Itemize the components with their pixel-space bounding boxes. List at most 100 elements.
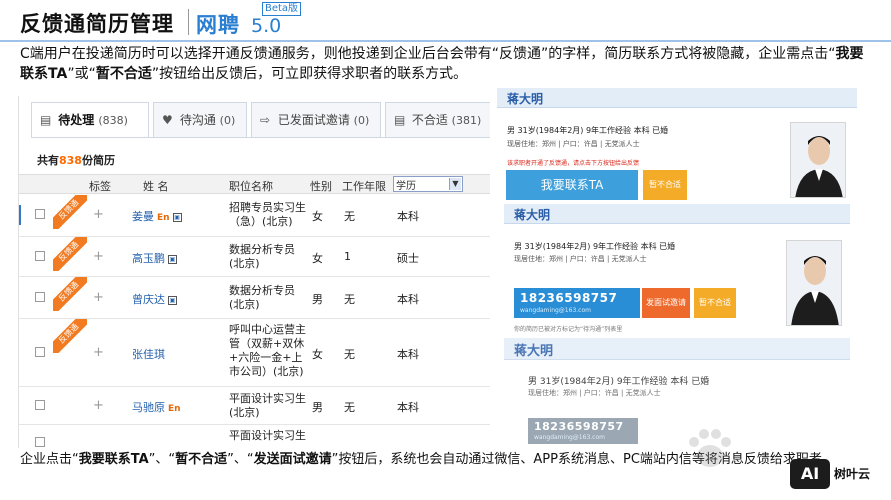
row-checkbox[interactable] — [35, 437, 45, 447]
candidate-name[interactable]: 曾庆达 ▣ — [132, 291, 177, 307]
person-icon — [787, 241, 841, 325]
resume-card-header: 蒋大明 — [497, 88, 857, 108]
feedback-tip: 该求职者开通了反馈通，请点击下方按钮给出反馈 — [507, 160, 640, 167]
table-header: 标签 姓 名 职位名称 性别 工作年限 学历 ▼ — [19, 174, 490, 194]
tab-label: 待沟通 — [179, 113, 216, 127]
footer-part: ”、“ — [227, 452, 254, 467]
row-checkbox[interactable] — [35, 251, 45, 261]
tab-count: (838) — [98, 114, 128, 127]
years-experience: 无 — [344, 348, 355, 361]
row-checkbox[interactable] — [35, 347, 45, 357]
tab-interview-sent[interactable]: ⇨ 已发面试邀请 (0) — [251, 102, 381, 138]
row-checkbox[interactable] — [35, 292, 45, 302]
contact-button[interactable]: 我要联系TA — [506, 170, 638, 200]
resume-card-feedback: 蒋大明 男 31岁(1984年2月) 9年工作经验 本科 已婚 现居住地：郑州 … — [497, 88, 857, 204]
resume-card-icon: ▣ — [168, 254, 177, 264]
row-checkbox[interactable] — [35, 209, 45, 219]
resume-card-header: 蒋大明 — [504, 338, 850, 360]
footer-part: 企业点击“ — [20, 452, 79, 467]
row-marker — [19, 205, 21, 225]
education: 本科 — [397, 210, 419, 223]
intro-part: ”或“ — [67, 66, 96, 82]
footer-highlight: 发送面试邀请 — [253, 452, 332, 467]
row-checkbox[interactable] — [35, 400, 45, 410]
phone-number: 18236598757 — [520, 291, 618, 305]
tab-count: (0) — [219, 114, 236, 127]
col-years: 工作年限 — [342, 180, 386, 193]
tab-pending[interactable]: ▤ 待处理 (838) — [31, 102, 149, 138]
baidu-watermark — [676, 420, 796, 480]
tab-unsuitable[interactable]: ▤ 不合适 (381) — [385, 102, 490, 138]
plus-icon[interactable]: + — [93, 207, 104, 222]
status-tabs: ▤ 待处理 (838) ♥ 待沟通 (0) ⇨ 已发面试邀请 (0) ▤ 不合适… — [31, 102, 490, 138]
person-icon — [791, 123, 845, 197]
heart-icon: ♥ — [162, 113, 173, 127]
candidate-photo — [790, 122, 846, 198]
resume-card-icon: ▣ — [172, 212, 182, 222]
gender: 女 — [312, 252, 323, 265]
candidate-name[interactable]: 马驰原 En — [132, 399, 181, 415]
plus-icon[interactable]: + — [93, 345, 104, 360]
edu-filter-select[interactable]: 学历 ▼ — [393, 176, 463, 192]
name-text: 姜曼 — [132, 210, 154, 223]
paw-icon — [689, 429, 731, 467]
plus-icon[interactable]: + — [93, 398, 104, 413]
feedback-ribbon: 反馈通 — [53, 237, 87, 271]
job-title: 招聘专员实习生（急）(北京) — [229, 201, 306, 228]
plus-icon[interactable]: + — [93, 290, 104, 305]
resume-location: 现居住地：郑州 | 户口：许昌 | 无党派人士 — [507, 140, 640, 148]
tab-count: (381) — [451, 114, 482, 127]
resume-list-panel: ▤ 待处理 (838) ♥ 待沟通 (0) ⇨ 已发面试邀请 (0) ▤ 不合适… — [18, 96, 490, 448]
name-text: 曾庆达 — [132, 293, 165, 306]
table-row[interactable]: 反馈通 + 高玉鹏 ▣ 数据分析专员 (北京) 女 1 硕士 — [19, 237, 490, 277]
send-icon: ⇨ — [260, 113, 271, 127]
gender: 男 — [312, 401, 323, 414]
resume-name: 蒋大明 — [514, 208, 551, 222]
job-title: 数据分析专员 (北京) — [229, 243, 295, 270]
tab-label: 待处理 — [58, 113, 95, 127]
reject-button[interactable]: 暂不合适 — [643, 170, 687, 200]
intro-text: C端用户在投递简历时可以选择开通反馈通服务，则他投递到企业后台会带有“反馈通”的… — [20, 44, 870, 84]
table-row[interactable]: 反馈通 + 曾庆达 ▣ 数据分析专员 (北京) 男 无 本科 — [19, 277, 490, 319]
ribbon-label: 反馈通 — [53, 277, 87, 311]
tab-underline — [31, 137, 490, 138]
slide-header: 反馈通简历管理 网聘 5.0 Beta版 — [0, 0, 891, 42]
table-row[interactable]: 反馈通 + 张佳琪 呼叫中心运营主管（双薪+双休+六险一金+上市公司）(北京) … — [19, 319, 490, 387]
ribbon-label: 反馈通 — [53, 237, 87, 271]
resume-basic-info: 男 31岁(1984年2月) 9年工作经验 本科 已婚 — [528, 377, 710, 387]
candidate-name[interactable]: 高玉鹏 ▣ — [132, 250, 177, 266]
page-title: 反馈通简历管理 — [20, 12, 174, 36]
intro-part: C端用户在投递简历时可以选择开通反馈通服务，则他投递到企业后台会带有“反馈通”的… — [20, 46, 836, 62]
edu-select-value: 学历 — [396, 181, 416, 192]
gender: 女 — [312, 348, 323, 361]
plus-icon[interactable]: + — [93, 249, 104, 264]
job-title: 平面设计实习生 — [229, 429, 306, 442]
job-title: 平面设计实习生(北京) — [229, 392, 306, 419]
candidate-name[interactable]: 姜曼 En ▣ — [132, 208, 182, 224]
interview-invite-button[interactable]: 发面试邀请 — [642, 288, 690, 318]
ribbon-label: 反馈通 — [53, 195, 87, 229]
table-row[interactable]: 平面设计实习生 — [19, 425, 490, 448]
table-row[interactable]: + 马驰原 En 平面设计实习生(北京) 男 无 本科 — [19, 387, 490, 425]
resume-basic-info: 男 31岁(1984年2月) 9年工作经验 本科 已婚 — [507, 126, 669, 135]
resume-card-header: 蒋大明 — [504, 204, 850, 224]
years-experience: 1 — [344, 250, 351, 263]
intro-highlight: 暂不合适 — [95, 66, 152, 82]
reject-button[interactable]: 暂不合适 — [694, 288, 736, 318]
phone-box: 18236598757 wangdaming@163.com — [514, 288, 640, 318]
education: 硕士 — [397, 252, 419, 265]
table-row[interactable]: 反馈通 + 姜曼 En ▣ 招聘专员实习生（急）(北京) 女 无 本科 — [19, 195, 490, 237]
feedback-ribbon: 反馈通 — [53, 319, 87, 353]
list-icon: ▤ — [40, 113, 52, 127]
col-tag: 标签 — [89, 180, 111, 193]
gender: 女 — [312, 210, 323, 223]
job-title: 数据分析专员 (北京) — [229, 284, 295, 311]
count-number: 838 — [59, 154, 82, 167]
tab-to-communicate[interactable]: ♥ 待沟通 (0) — [153, 102, 247, 138]
resume-card-contact: 蒋大明 男 31岁(1984年2月) 9年工作经验 本科 已婚 现居住地：郑州 … — [504, 204, 850, 336]
resume-name: 蒋大明 — [507, 92, 544, 106]
years-experience: 无 — [344, 293, 355, 306]
candidate-name[interactable]: 张佳琪 — [132, 346, 165, 362]
resume-location: 现居住地：郑州 | 户口：许昌 | 无党派人士 — [528, 389, 661, 397]
email-text: wangdaming@163.com — [534, 434, 605, 441]
